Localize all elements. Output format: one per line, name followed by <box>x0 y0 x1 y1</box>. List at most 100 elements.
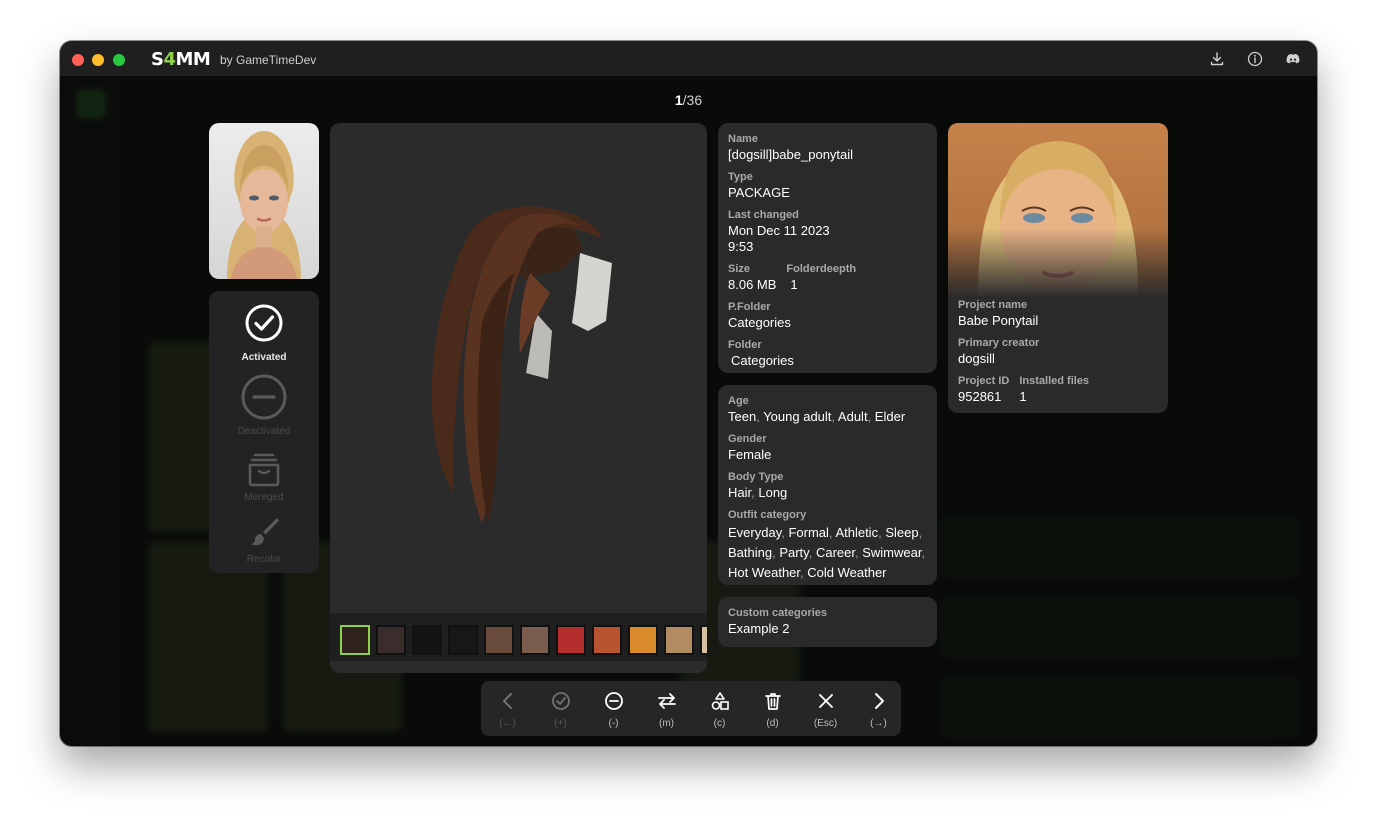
minimize-window-button[interactable] <box>92 54 104 66</box>
tag: Career <box>815 545 855 560</box>
project-id: 952861 <box>958 389 1002 404</box>
categories-key-hint: (c) <box>713 718 726 729</box>
outfit-tags-row-1: Everyday, Formal, Athletic, Sleep, <box>728 523 927 543</box>
color-swatch[interactable] <box>412 625 442 655</box>
close-window-button[interactable] <box>72 54 84 66</box>
minus-circle-icon <box>604 692 623 710</box>
project-portrait-icon <box>948 123 1168 298</box>
name-label: Name <box>728 133 758 145</box>
tag: Swimwear <box>862 545 922 560</box>
check-circle-icon <box>551 692 570 710</box>
tag-separator: , <box>808 545 816 560</box>
info-icon[interactable] <box>1247 51 1263 67</box>
close-button[interactable]: (Esc) <box>799 681 852 736</box>
deactivated-label: Deactivated <box>237 426 291 437</box>
folderdeepth-value: 1 <box>790 277 798 292</box>
color-swatch[interactable] <box>556 625 586 655</box>
app-logo: S4MM <box>151 49 211 70</box>
project-details: Project name Babe Ponytail Primary creato… <box>958 299 1158 413</box>
type-label: Type <box>728 171 753 183</box>
sim-portrait-icon <box>227 131 301 279</box>
recolor-button[interactable]: Recolor <box>209 515 319 565</box>
delete-key-hint: (d) <box>766 718 779 729</box>
previous-key-hint: (←) <box>499 718 516 729</box>
item-thumbnail <box>209 123 319 279</box>
color-swatch[interactable] <box>340 625 370 655</box>
last-changed-time: 9:53 <box>728 239 754 254</box>
next-key-hint: (→) <box>870 718 887 729</box>
color-swatch[interactable] <box>664 625 694 655</box>
gender-label: Gender <box>728 433 767 445</box>
close-key-hint: (Esc) <box>813 718 838 729</box>
color-swatch[interactable] <box>376 625 406 655</box>
color-swatch[interactable] <box>484 625 514 655</box>
body-type-tags: Hair, Long <box>728 485 927 501</box>
activated-button[interactable]: Activated <box>209 303 319 363</box>
project-id-label: Project ID <box>958 375 1010 387</box>
merged-button[interactable]: Mereged <box>209 451 319 503</box>
tag: Hot Weather <box>728 565 801 580</box>
item-counter: 1/36 <box>674 92 703 108</box>
categories-button[interactable]: (c) <box>693 681 746 736</box>
color-swatch[interactable] <box>520 625 550 655</box>
file-type: PACKAGE <box>728 185 790 200</box>
custom-categories-label: Custom categories <box>728 607 828 619</box>
deactivated-button[interactable]: Deactivated <box>209 373 319 437</box>
color-swatch[interactable] <box>448 625 478 655</box>
tag: Athletic <box>835 525 879 540</box>
tag: Long <box>758 485 788 500</box>
color-swatch[interactable] <box>592 625 622 655</box>
age-label: Age <box>728 395 749 407</box>
attributes-card: Age Teen, Young adult, Adult, Elder Gende… <box>718 385 937 585</box>
activate-key-hint: (+) <box>554 718 567 729</box>
outfit-category-label: Outfit category <box>728 509 807 521</box>
check-circle-icon <box>245 304 283 342</box>
tag: Everyday <box>728 525 782 540</box>
pfolder-label: P.Folder <box>728 301 771 313</box>
tag-separator: , <box>921 545 926 560</box>
discord-icon[interactable] <box>1285 51 1301 67</box>
move-button[interactable]: (m) <box>640 681 693 736</box>
next-button[interactable]: (→) <box>852 681 905 736</box>
tag: Formal <box>788 525 829 540</box>
maximize-window-button[interactable] <box>113 54 125 66</box>
tag: Young adult <box>763 409 832 424</box>
activate-button[interactable]: (+) <box>534 681 587 736</box>
recolor-label: Recolor <box>246 554 282 565</box>
tag: Elder <box>874 409 906 424</box>
file-size: 8.06 MB <box>728 277 777 292</box>
merged-label: Mereged <box>244 492 284 503</box>
outfit-tags-row-2: Bathing, Party, Career, Swimwear, <box>728 543 927 563</box>
app-window: S4MM by GameTimeDev 1/36 Activated Deact… <box>60 41 1317 746</box>
body-type-label: Body Type <box>728 471 784 483</box>
activated-label: Activated <box>241 352 287 363</box>
last-changed-label: Last changed <box>728 209 799 221</box>
tag: Adult <box>837 409 868 424</box>
color-swatch[interactable] <box>628 625 658 655</box>
tag: Teen <box>728 409 757 424</box>
file-name: [dogsill]babe_ponytail <box>728 147 854 162</box>
paintbrush-icon <box>251 518 279 546</box>
installed-files-label: Installed files <box>1019 375 1090 387</box>
outfit-tags-row-3: Hot Weather, Cold Weather <box>728 563 927 583</box>
shapes-icon <box>711 692 729 710</box>
delete-button[interactable]: (d) <box>746 681 799 736</box>
chevron-left-icon <box>502 693 512 709</box>
close-icon <box>818 694 833 708</box>
download-icon[interactable] <box>1209 51 1225 67</box>
app-byline: by GameTimeDev <box>220 53 317 67</box>
folder-value: Categories <box>731 353 794 368</box>
move-key-hint: (m) <box>659 718 674 729</box>
previous-button[interactable]: (←) <box>481 681 534 736</box>
folder-label: Folder <box>728 339 762 351</box>
deactivate-button[interactable]: (-) <box>587 681 640 736</box>
folderdeepth-label: Folderdeepth <box>786 263 857 275</box>
custom-categories-card[interactable]: Custom categories Example 2 <box>718 597 937 647</box>
tag: Cold Weather <box>807 565 887 580</box>
color-swatch[interactable] <box>700 625 707 655</box>
preview-viewer[interactable] <box>330 123 707 673</box>
project-name: Babe Ponytail <box>958 313 1039 328</box>
trash-icon <box>764 693 781 710</box>
tag: Party <box>779 545 809 560</box>
tag-separator: , <box>867 409 875 424</box>
